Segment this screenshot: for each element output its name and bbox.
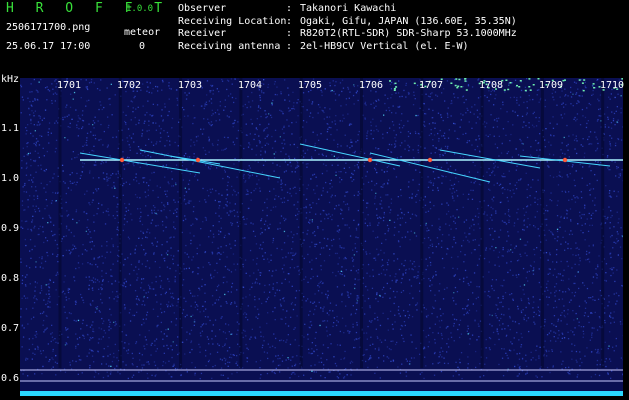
y-tick-label: 1.0: [1, 173, 20, 184]
spectrogram: [20, 78, 623, 396]
info-value: 2el-HB9CV Vertical (el. E-W): [300, 40, 469, 52]
info-separator: :: [286, 15, 299, 27]
y-tick-label: 0.9: [1, 223, 20, 234]
interference-speck: [503, 89, 506, 91]
interference-speck: [393, 89, 396, 91]
x-tick-label: 1708: [479, 80, 504, 91]
interference-speck: [457, 85, 460, 87]
interference-speck: [592, 83, 595, 85]
info-label: Receiver: [178, 28, 227, 39]
interference-speck: [413, 82, 416, 85]
meteor-echo: [367, 157, 373, 163]
x-tick-label: 1703: [178, 80, 203, 91]
x-tick-label: 1701: [57, 80, 82, 91]
info-label: Receiving Location: [178, 15, 287, 27]
x-tick-label: 1709: [539, 80, 564, 91]
info-label: Receiving antenna: [178, 40, 281, 52]
info-separator: :: [286, 3, 299, 14]
meteor-echo: [195, 157, 201, 163]
x-tick-label: 1704: [238, 80, 263, 91]
interference-speck: [507, 88, 510, 91]
info-row-receiver: Receiver: R820T2(RTL-SDR) SDR-Sharp 53.1…: [178, 28, 517, 41]
file-datetime: 25.06.17 17:00: [6, 41, 91, 52]
info-label: Observer: [178, 3, 227, 14]
interference-speck: [516, 84, 518, 87]
noise-level-band: [20, 391, 623, 396]
interference-speck: [458, 78, 461, 81]
file-name: 2506171700.png: [6, 22, 91, 33]
meteor-count: 0: [139, 41, 146, 52]
info-value: Ogaki, Gifu, JAPAN (136.60E, 35.35N): [300, 15, 517, 27]
interference-speck: [593, 87, 596, 89]
interference-speck: [583, 79, 586, 81]
x-tick-label: 1702: [117, 80, 142, 91]
interference-speck: [465, 89, 468, 91]
interference-speck: [454, 84, 457, 87]
x-tick-label: 1707: [419, 80, 444, 91]
interference-speck: [518, 86, 521, 88]
observation-info: Observer: Takanori Kawachi Receiving Loc…: [178, 3, 517, 53]
interference-speck: [450, 82, 453, 84]
interference-speck: [505, 79, 508, 81]
meteor-echo: [119, 157, 125, 163]
y-axis-unit: kHz: [1, 74, 20, 85]
x-tick-label: 1705: [298, 80, 323, 91]
interference-speck: [578, 79, 581, 81]
interference-speck: [528, 78, 531, 80]
y-tick-label: 0.7: [1, 323, 20, 334]
info-row-location: Receiving Location: Ogaki, Gifu, JAPAN (…: [178, 16, 517, 29]
meteor-echo: [427, 157, 433, 163]
info-value: Takanori Kawachi: [300, 3, 397, 14]
interference-speck: [460, 86, 463, 88]
interference-speck: [456, 86, 459, 89]
meteor-echo: [562, 157, 568, 163]
info-separator: :: [286, 40, 299, 52]
y-tick-label: 0.6: [1, 373, 20, 384]
y-tick-label: 0.8: [1, 273, 20, 284]
info-separator: :: [286, 28, 299, 39]
interference-speck: [455, 78, 458, 80]
interference-speck: [464, 78, 467, 80]
app-version: 1.0.0: [126, 4, 154, 14]
x-tick-label: 1706: [359, 80, 384, 91]
interference-speck: [528, 86, 531, 88]
header: H R O F F T 1.0.0 2506171700.png 25.06.1…: [0, 0, 629, 72]
interference-speck: [529, 89, 532, 91]
info-row-antenna: Receiving antenna: 2el-HB9CV Vertical (e…: [178, 41, 517, 54]
interference-speck: [524, 89, 527, 92]
interference-speck: [581, 82, 584, 84]
y-tick-label: 1.1: [1, 123, 20, 134]
meteor-label: meteor: [124, 27, 161, 38]
x-tick-label: 1710: [600, 80, 625, 91]
interference-speck: [519, 80, 522, 82]
interference-speck: [532, 84, 535, 86]
interference-speck: [389, 80, 391, 82]
interference-speck: [582, 89, 585, 92]
interference-speck: [395, 86, 398, 88]
interference-speck: [394, 82, 397, 85]
interference-speck: [464, 80, 467, 82]
interference-speck: [509, 82, 512, 84]
info-value: R820T2(RTL-SDR) SDR-Sharp 53.1000MHz: [300, 28, 517, 39]
info-row-observer: Observer: Takanori Kawachi: [178, 3, 517, 16]
interference-speck: [393, 87, 396, 90]
interference-speck: [564, 79, 566, 81]
